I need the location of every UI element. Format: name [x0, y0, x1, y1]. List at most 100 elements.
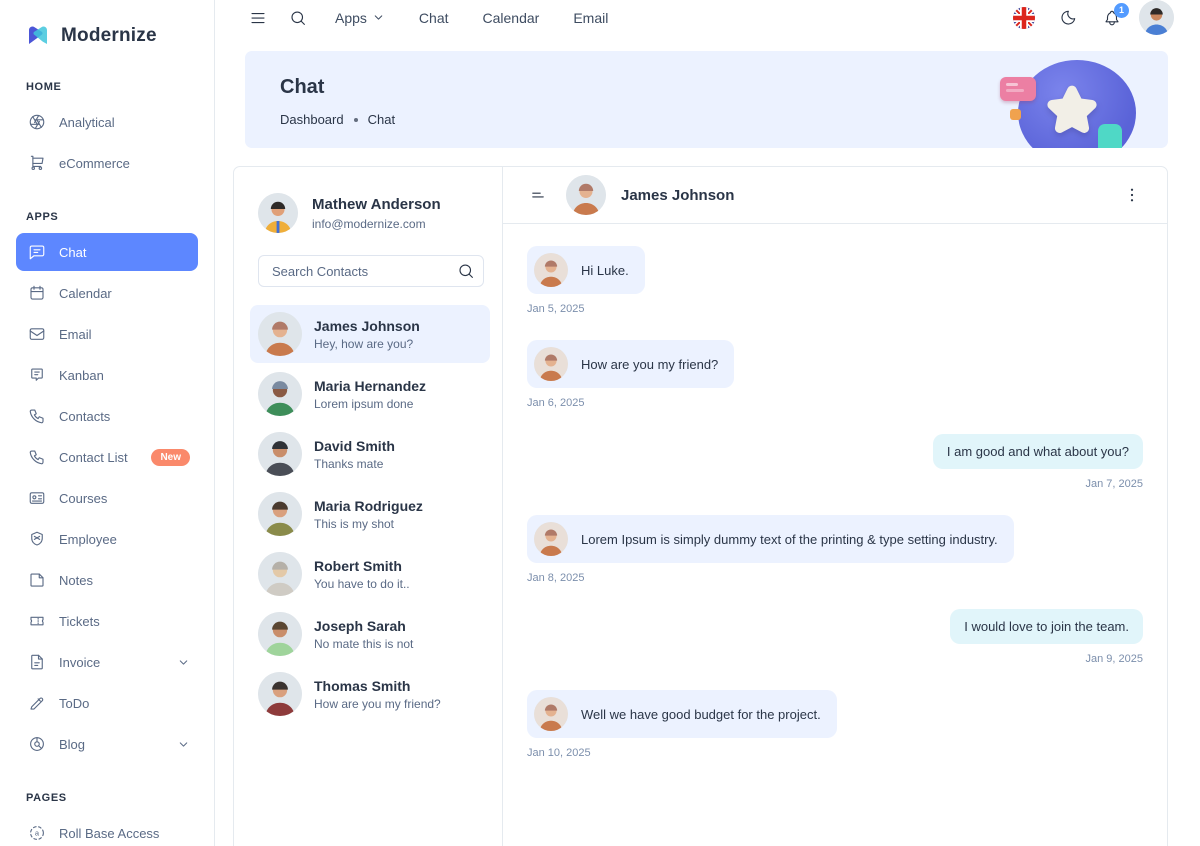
- nav-link-chat[interactable]: Chat: [405, 2, 463, 34]
- message-group: Hi Luke. Jan 5, 2025: [527, 246, 1143, 315]
- chat-app-card: Mathew Anderson info@modernize.com James…: [233, 166, 1168, 846]
- contact-last-message: This is my shot: [314, 517, 423, 531]
- sidebar-item-invoice[interactable]: Invoice: [16, 643, 198, 681]
- sidebar-item-calendar[interactable]: Calendar: [16, 274, 198, 312]
- message-group: I would love to join the team. Jan 9, 20…: [527, 609, 1143, 665]
- notifications-bell-icon[interactable]: 1: [1095, 1, 1129, 35]
- toggle-sidebar-icon[interactable]: [525, 178, 551, 212]
- contact-item-thomas-smith[interactable]: Thomas SmithHow are you my friend?: [250, 665, 490, 723]
- sidebar-item-label: Tickets: [59, 614, 100, 629]
- contact-item-joseph-sarah[interactable]: Joseph SarahNo mate this is not: [250, 605, 490, 663]
- contact-last-message: You have to do it..: [314, 577, 410, 591]
- page-banner: Chat Dashboard Chat: [245, 51, 1168, 148]
- message-text: I would love to join the team.: [964, 619, 1129, 634]
- sidebar-item-label: Kanban: [59, 368, 104, 383]
- breadcrumb-dashboard[interactable]: Dashboard: [280, 112, 344, 127]
- search-icon[interactable]: [457, 262, 475, 283]
- language-flag-icon[interactable]: [1007, 1, 1041, 35]
- message-group: Well we have good budget for the project…: [527, 690, 1143, 759]
- avatar: [534, 697, 568, 731]
- avatar: [534, 253, 568, 287]
- chevron-down-icon: [372, 11, 385, 24]
- orange-square-shape: [1010, 109, 1021, 120]
- aperture-icon: [28, 113, 46, 131]
- sidebar-item-kanban[interactable]: Kanban: [16, 356, 198, 394]
- avatar: [258, 612, 302, 656]
- sidebar-item-tickets[interactable]: Tickets: [16, 602, 198, 640]
- sidebar-item-roll-base-access[interactable]: a Roll Base Access: [16, 814, 198, 846]
- search-icon[interactable]: [281, 1, 315, 35]
- message-date: Jan 6, 2025: [527, 397, 1143, 409]
- dark-mode-moon-icon[interactable]: [1051, 1, 1085, 35]
- current-user: Mathew Anderson info@modernize.com: [258, 193, 484, 233]
- user-avatar[interactable]: [1139, 0, 1174, 35]
- contact-item-david-smith[interactable]: David SmithThanks mate: [250, 425, 490, 483]
- search-contacts-input[interactable]: [258, 255, 484, 287]
- cart-icon: [28, 154, 46, 172]
- avatar: [566, 175, 606, 215]
- sidebar-item-label: eCommerce: [59, 156, 130, 171]
- contact-item-maria-rodriguez[interactable]: Maria Rodriguez This is my shot: [250, 485, 490, 543]
- sidebar-item-label: Invoice: [59, 655, 100, 670]
- contact-name: Joseph Sarah: [314, 618, 413, 634]
- contact-item-robert-smith[interactable]: Robert SmithYou have to do it..: [250, 545, 490, 603]
- banner-illustration: [996, 51, 1146, 148]
- nav-link-calendar[interactable]: Calendar: [469, 2, 554, 34]
- sidebar-item-label: Email: [59, 327, 92, 342]
- sidebar-item-todo[interactable]: ToDo: [16, 684, 198, 722]
- message-group: I am good and what about you? Jan 7, 202…: [527, 434, 1143, 490]
- svg-text:a: a: [35, 829, 40, 838]
- sidebar-item-contact-list[interactable]: Contact List New: [16, 438, 198, 476]
- contact-list: James JohnsonHey, how are you? Maria Her…: [250, 305, 490, 723]
- sidebar-item-contacts[interactable]: Contacts: [16, 397, 198, 435]
- message-list: Hi Luke. Jan 5, 2025 How are you my frie…: [503, 224, 1167, 806]
- nav-apps-dropdown[interactable]: Apps: [321, 2, 399, 34]
- contact-item-maria-hernandez[interactable]: Maria HernandezLorem ipsum done: [250, 365, 490, 423]
- message-group: How are you my friend? Jan 6, 2025: [527, 340, 1143, 409]
- sidebar-item-blog[interactable]: Blog: [16, 725, 198, 763]
- avatar: [258, 432, 302, 476]
- current-user-email: info@modernize.com: [312, 217, 441, 231]
- nav-link-email[interactable]: Email: [559, 2, 622, 34]
- sidebar-item-label: Contacts: [59, 409, 110, 424]
- sidebar-item-analytical[interactable]: Analytical: [16, 103, 198, 141]
- brand-name: Modernize: [61, 25, 157, 47]
- file-icon: [28, 653, 46, 671]
- contact-name: Maria Rodriguez: [314, 498, 423, 514]
- sidebar-item-chat[interactable]: Chat: [16, 233, 198, 271]
- message-text: I am good and what about you?: [947, 444, 1129, 459]
- contact-last-message: How are you my friend?: [314, 697, 441, 711]
- star-icon: [1042, 82, 1102, 142]
- avatar: [258, 552, 302, 596]
- message-text: How are you my friend?: [581, 357, 718, 372]
- contact-item-james-johnson[interactable]: James JohnsonHey, how are you?: [250, 305, 490, 363]
- message-group: Lorem Ipsum is simply dummy text of the …: [527, 515, 1143, 584]
- sidebar-item-notes[interactable]: Notes: [16, 561, 198, 599]
- sidebar-item-courses[interactable]: Courses: [16, 479, 198, 517]
- outgoing-message-bubble: I would love to join the team.: [950, 609, 1143, 644]
- hamburger-menu-icon[interactable]: [241, 1, 275, 35]
- app-root: Modernize HOME Analytical eCommerce APPS…: [0, 0, 1200, 846]
- sidebar-item-employee[interactable]: Employee: [16, 520, 198, 558]
- sidebar-item-ecommerce[interactable]: eCommerce: [16, 144, 198, 182]
- chevron-down-icon: [177, 656, 190, 669]
- brand-logo[interactable]: Modernize: [0, 0, 214, 55]
- incoming-message-bubble: How are you my friend?: [527, 340, 734, 388]
- avatar: [258, 312, 302, 356]
- message-date: Jan 9, 2025: [1086, 653, 1144, 665]
- contact-name: David Smith: [314, 438, 395, 454]
- sidebar-section-home: HOME: [0, 55, 214, 103]
- shield-icon: [28, 530, 46, 548]
- sidebar-item-label: ToDo: [59, 696, 89, 711]
- nav-apps-label: Apps: [335, 10, 367, 26]
- chat-bubble-icon: [28, 243, 46, 261]
- contacts-panel: Mathew Anderson info@modernize.com James…: [234, 167, 503, 846]
- chat-partner-name: James Johnson: [621, 187, 734, 204]
- incoming-message-bubble: Hi Luke.: [527, 246, 645, 294]
- more-options-icon[interactable]: [1117, 180, 1147, 210]
- sidebar-item-email[interactable]: Email: [16, 315, 198, 353]
- chevron-down-icon: [177, 738, 190, 751]
- contact-name: Maria Hernandez: [314, 378, 426, 394]
- sidebar-item-label: Courses: [59, 491, 107, 506]
- sidebar-item-label: Roll Base Access: [59, 826, 159, 841]
